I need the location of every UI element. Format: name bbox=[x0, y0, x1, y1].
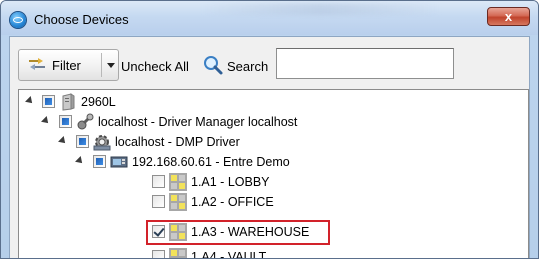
tree-node-label: localhost - Driver Manager localhost bbox=[98, 115, 298, 129]
filter-button[interactable]: Filter bbox=[19, 50, 101, 80]
area-icon bbox=[169, 248, 187, 258]
search-label: Search bbox=[227, 59, 269, 74]
highlight-annotation-box bbox=[146, 220, 330, 245]
gear-driver-icon bbox=[93, 135, 111, 151]
filter-split-button: Filter bbox=[18, 49, 119, 81]
tree-node-area-lobby[interactable]: 1.A1 - LOBBY bbox=[19, 172, 528, 192]
tree-node-label: 192.168.60.61 - Entre Demo bbox=[132, 155, 290, 169]
tree-checkbox[interactable] bbox=[42, 95, 55, 108]
tree-checkbox[interactable] bbox=[152, 175, 165, 188]
expand-toggle-icon[interactable] bbox=[58, 136, 68, 146]
tree-node-area-office[interactable]: 1.A2 - OFFICE bbox=[19, 192, 528, 212]
search-input[interactable] bbox=[276, 48, 454, 79]
tree-node-dmp-driver[interactable]: localhost - DMP Driver bbox=[19, 132, 528, 152]
filter-dropdown-arrow-icon[interactable] bbox=[102, 50, 118, 80]
expand-toggle-icon[interactable] bbox=[25, 96, 35, 106]
title-bar-shading bbox=[201, 3, 441, 15]
toolbar: Filter Uncheck All Search bbox=[10, 37, 529, 85]
tree-node-label: 1.A4 - VAULT bbox=[191, 250, 267, 259]
tree-node-label: 1.A2 - OFFICE bbox=[191, 195, 274, 209]
expand-toggle-icon[interactable] bbox=[75, 156, 85, 166]
tree-node-area-vault[interactable]: 1.A4 - VAULT bbox=[19, 247, 528, 259]
uncheck-all-button[interactable]: Uncheck All bbox=[121, 59, 189, 74]
title-bar[interactable]: Choose Devices x bbox=[1, 1, 538, 35]
device-tree[interactable]: 2960L localhost - Driver Manager localho… bbox=[18, 89, 529, 259]
tree-node-2960l[interactable]: 2960L bbox=[19, 92, 528, 112]
search-icon bbox=[204, 56, 223, 75]
window-title: Choose Devices bbox=[34, 12, 129, 27]
computer-icon bbox=[62, 93, 75, 111]
tree-node-label: 1.A1 - LOBBY bbox=[191, 175, 270, 189]
driver-manager-icon bbox=[77, 113, 94, 130]
tree-checkbox[interactable] bbox=[76, 135, 89, 148]
area-icon bbox=[169, 193, 187, 211]
tree-node-entre-demo[interactable]: 192.168.60.61 - Entre Demo bbox=[19, 152, 528, 172]
filter-label: Filter bbox=[52, 58, 81, 73]
area-icon bbox=[169, 173, 187, 191]
tree-checkbox[interactable] bbox=[152, 195, 165, 208]
tree-checkbox[interactable] bbox=[59, 115, 72, 128]
tree-node-label: 2960L bbox=[81, 95, 116, 109]
expand-toggle-icon[interactable] bbox=[41, 116, 51, 126]
choose-devices-window: Choose Devices x Filter Uncheck All Sear… bbox=[0, 0, 539, 259]
search-button[interactable]: Search bbox=[199, 53, 279, 77]
close-button[interactable]: x bbox=[487, 7, 530, 26]
tree-node-label: localhost - DMP Driver bbox=[115, 135, 240, 149]
tree-checkbox[interactable] bbox=[152, 250, 165, 258]
dialog-client-area: Filter Uncheck All Search 2960L localhos… bbox=[9, 36, 530, 259]
tree-node-driver-manager[interactable]: localhost - Driver Manager localhost bbox=[19, 112, 528, 132]
tree-checkbox[interactable] bbox=[93, 155, 106, 168]
filter-icon bbox=[29, 58, 45, 70]
app-icon bbox=[10, 12, 26, 28]
panel-device-icon bbox=[110, 156, 128, 168]
